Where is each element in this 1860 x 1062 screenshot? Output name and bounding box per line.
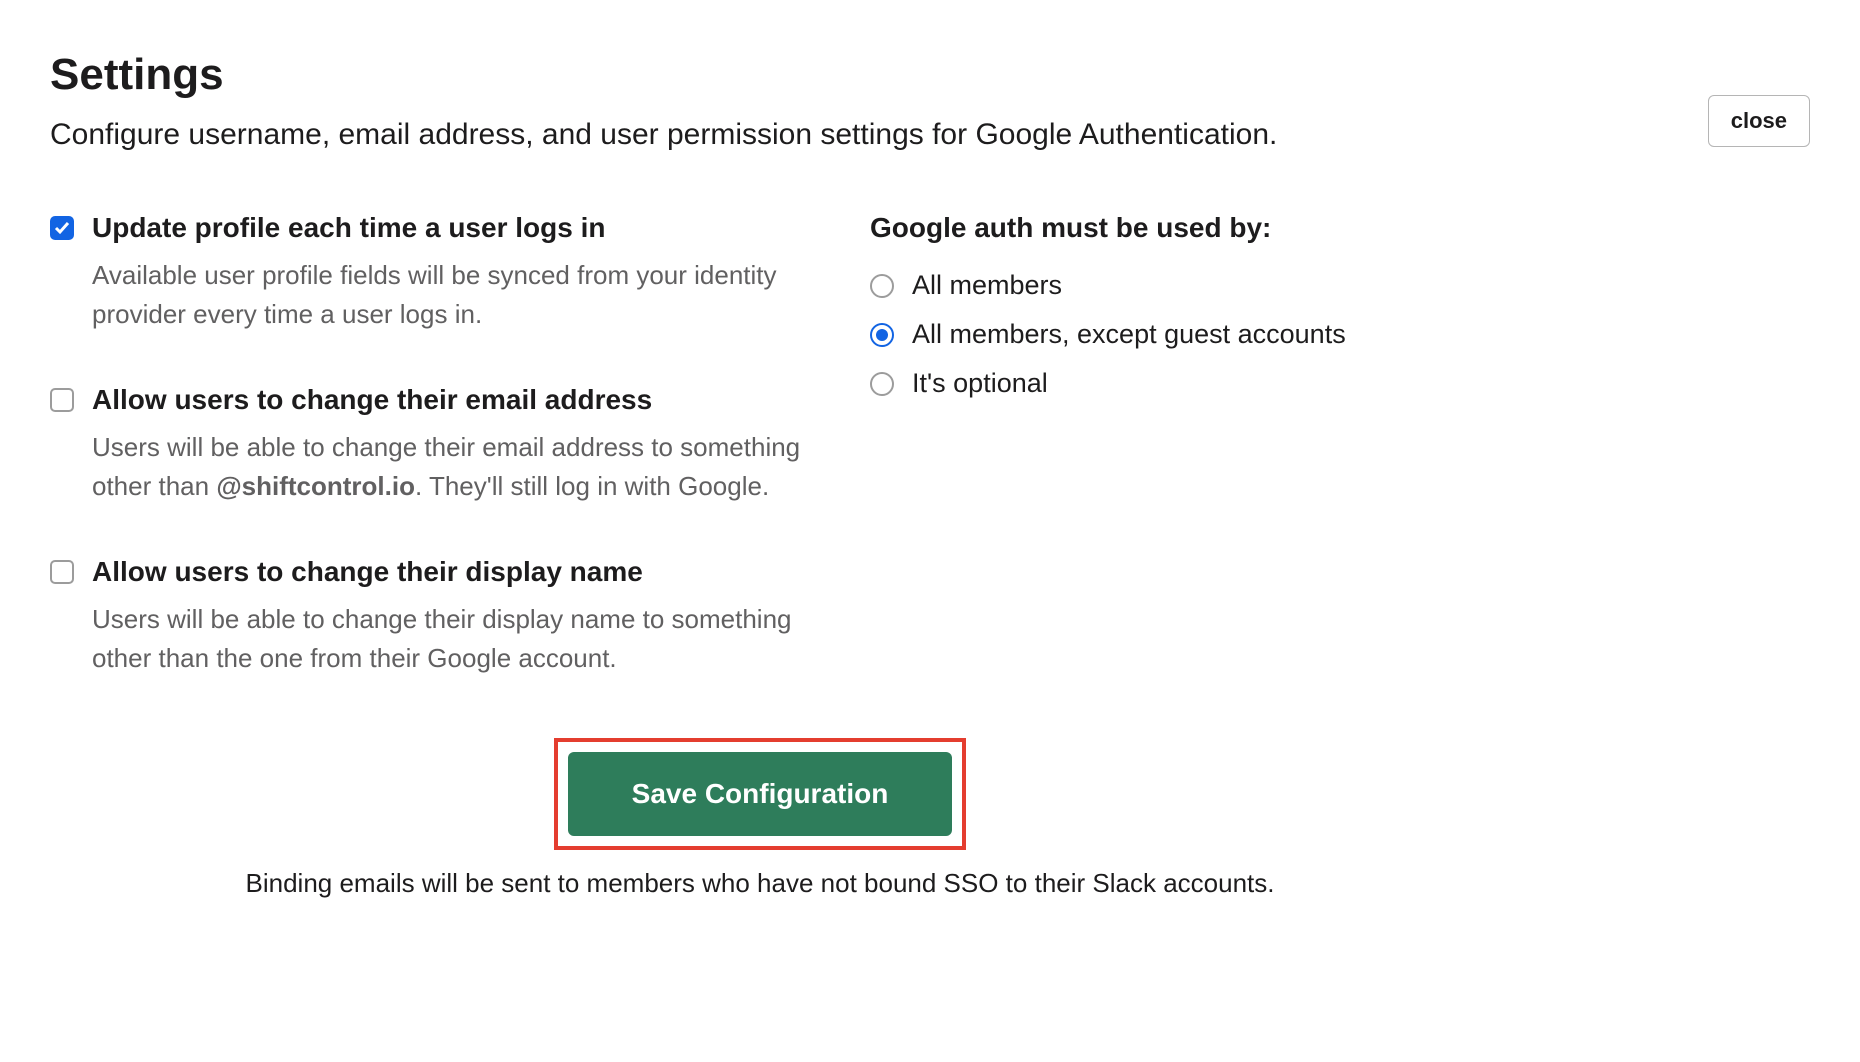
update-profile-description: Available user profile fields will be sy… bbox=[92, 256, 822, 334]
change-email-domain: @shiftcontrol.io bbox=[216, 471, 415, 501]
radio-all-members-button bbox=[870, 274, 894, 298]
change-display-checkbox[interactable] bbox=[50, 560, 74, 584]
change-email-desc-suffix: . They'll still log in with Google. bbox=[415, 471, 769, 501]
footer-note: Binding emails will be sent to members w… bbox=[50, 868, 1470, 899]
update-profile-checkbox[interactable] bbox=[50, 216, 74, 240]
radio-optional[interactable]: It's optional bbox=[870, 368, 1470, 399]
save-highlight-box: Save Configuration bbox=[554, 738, 967, 850]
change-email-description: Users will be able to change their email… bbox=[92, 428, 822, 506]
page-subtitle: Configure username, email address, and u… bbox=[50, 118, 1708, 152]
radio-heading: Google auth must be used by: bbox=[870, 212, 1470, 244]
radio-all-members[interactable]: All members bbox=[870, 270, 1470, 301]
radio-optional-button bbox=[870, 372, 894, 396]
change-email-label: Allow users to change their email addres… bbox=[92, 384, 830, 416]
close-button[interactable]: close bbox=[1708, 95, 1810, 147]
radio-except-guests-button bbox=[870, 323, 894, 347]
change-display-label: Allow users to change their display name bbox=[92, 556, 830, 588]
save-configuration-button[interactable]: Save Configuration bbox=[568, 752, 953, 836]
radio-all-members-label: All members bbox=[912, 270, 1062, 301]
radio-except-guests[interactable]: All members, except guest accounts bbox=[870, 319, 1470, 350]
change-display-description: Users will be able to change their displ… bbox=[92, 600, 822, 678]
update-profile-label: Update profile each time a user logs in bbox=[92, 212, 830, 244]
radio-optional-label: It's optional bbox=[912, 368, 1048, 399]
radio-except-guests-label: All members, except guest accounts bbox=[912, 319, 1346, 350]
change-email-checkbox[interactable] bbox=[50, 388, 74, 412]
page-title: Settings bbox=[50, 50, 1708, 100]
check-icon bbox=[54, 220, 70, 236]
